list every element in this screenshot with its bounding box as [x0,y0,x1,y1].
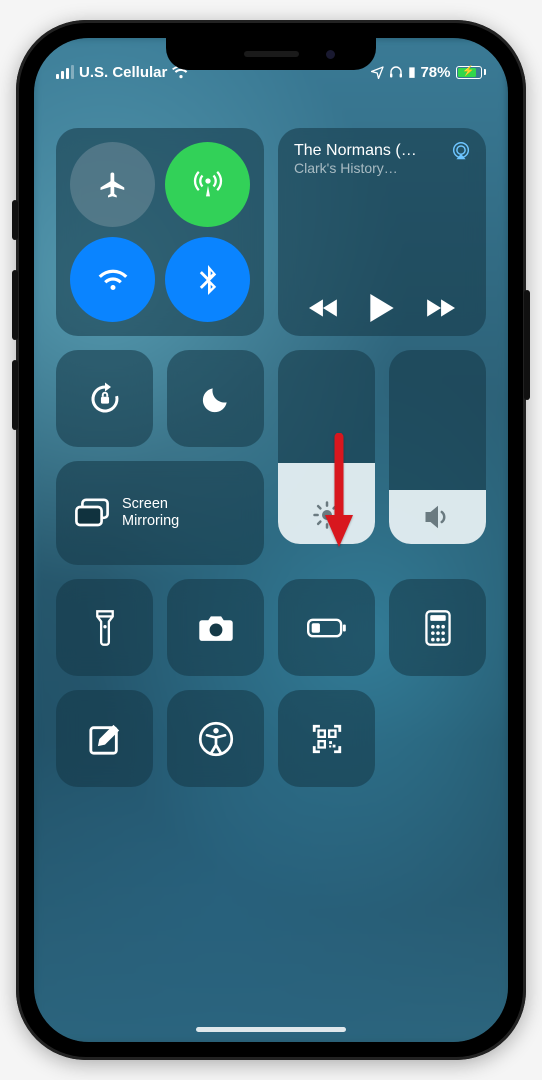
screen-mirroring-button[interactable]: Screen Mirroring [56,461,264,565]
volume-icon [423,504,453,530]
airplane-icon [98,170,128,200]
airplane-mode-button[interactable] [70,142,155,227]
media-subtitle: Clark's History… [294,160,470,176]
media-module[interactable]: The Normans (… Clark's History… [278,128,486,336]
rotation-lock-icon [87,381,123,417]
rewind-button[interactable] [309,297,339,319]
bluetooth-button[interactable] [165,237,250,322]
bluetooth-icon [199,265,217,295]
flashlight-icon [94,610,116,646]
airplay-icon[interactable] [450,140,472,162]
battery-icon: ⚡ [456,66,487,79]
side-button [524,290,530,400]
calculator-button[interactable] [389,579,486,676]
volume-slider[interactable] [389,350,486,544]
calculator-icon [424,610,452,646]
wifi-button[interactable] [70,237,155,322]
notes-button[interactable] [56,690,153,787]
camera-icon [198,613,234,643]
play-button[interactable] [369,294,395,322]
moon-icon [200,383,232,415]
forward-button[interactable] [425,297,455,319]
connectivity-module[interactable] [56,128,264,336]
wifi-icon [98,268,128,292]
flashlight-button[interactable] [56,579,153,676]
headphones-icon [389,65,403,79]
screen-mirroring-label: Screen Mirroring [122,496,179,531]
volume-down-button [12,360,18,430]
front-camera [325,49,336,60]
phone-frame: U.S. Cellular ▮ 78% ⚡ [16,20,526,1060]
low-power-button[interactable] [278,579,375,676]
screen-mirroring-icon [74,498,110,528]
location-icon [371,66,384,79]
notes-icon [88,722,122,756]
screen: U.S. Cellular ▮ 78% ⚡ [34,38,508,1042]
carrier-label: U.S. Cellular [79,64,167,81]
control-center: The Normans (… Clark's History… [56,128,486,787]
qr-scan-button[interactable] [278,690,375,787]
charging-icon: ▮ [408,64,415,80]
battery-pct-label: 78% [420,64,450,81]
accessibility-button[interactable] [167,690,264,787]
mute-switch [12,200,18,240]
accessibility-icon [198,721,234,757]
qr-code-icon [310,722,344,756]
rotation-lock-button[interactable] [56,350,153,447]
cellular-data-button[interactable] [165,142,250,227]
camera-button[interactable] [167,579,264,676]
speaker-grille [244,51,299,57]
volume-up-button [12,270,18,340]
cellular-signal-icon [56,65,74,79]
notch [166,38,376,70]
annotation-arrow [321,433,357,558]
low-power-icon [307,617,347,639]
cellular-antenna-icon [192,169,224,201]
do-not-disturb-button[interactable] [167,350,264,447]
media-title: The Normans (… [294,142,470,160]
